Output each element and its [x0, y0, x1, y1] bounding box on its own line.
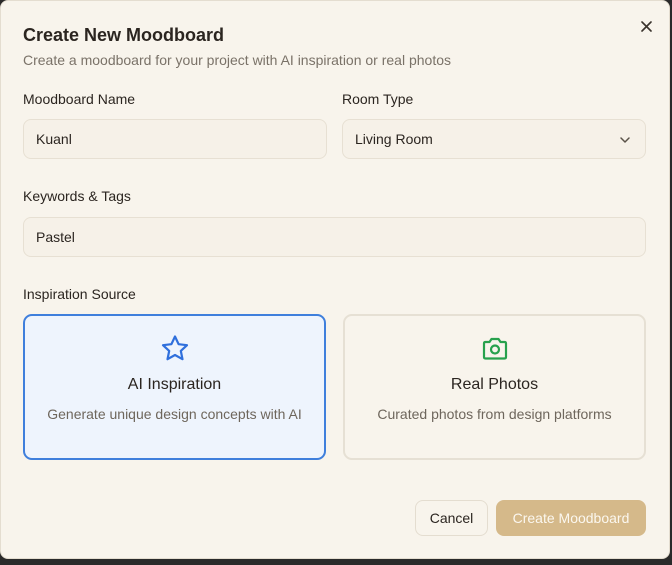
create-moodboard-dialog: Create New Moodboard Create a moodboard …	[0, 0, 670, 559]
ai-inspiration-option[interactable]: AI Inspiration Generate unique design co…	[23, 314, 326, 460]
chevron-down-icon	[620, 137, 630, 143]
real-photos-description: Curated photos from design platforms	[377, 406, 612, 422]
close-icon	[640, 20, 652, 32]
ai-inspiration-description: Generate unique design concepts with AI	[47, 406, 302, 422]
moodboard-name-value: Kuanl	[36, 131, 72, 147]
room-type-value: Living Room	[355, 131, 433, 147]
room-type-label: Room Type	[342, 91, 414, 107]
moodboard-name-input[interactable]: Kuanl	[23, 119, 327, 159]
keywords-value: Pastel	[36, 229, 75, 245]
dialog-subtitle: Create a moodboard for your project with…	[23, 52, 452, 68]
camera-icon	[482, 337, 507, 360]
ai-inspiration-title: AI Inspiration	[127, 376, 222, 393]
cancel-button[interactable]: Cancel	[415, 500, 488, 536]
star-icon	[161, 335, 188, 361]
real-photos-option[interactable]: Real Photos Curated photos from design p…	[343, 314, 646, 460]
keywords-label: Keywords & Tags	[23, 188, 131, 204]
dialog-title: Create New Moodboard	[23, 25, 225, 45]
room-type-select[interactable]: Living Room	[342, 119, 646, 159]
inspiration-source-label: Inspiration Source	[23, 286, 136, 302]
keywords-input[interactable]: Pastel	[23, 217, 646, 257]
close-button[interactable]	[637, 17, 655, 35]
real-photos-title: Real Photos	[450, 376, 539, 393]
create-moodboard-button[interactable]: Create Moodboard	[496, 500, 646, 536]
moodboard-name-label: Moodboard Name	[23, 91, 136, 107]
